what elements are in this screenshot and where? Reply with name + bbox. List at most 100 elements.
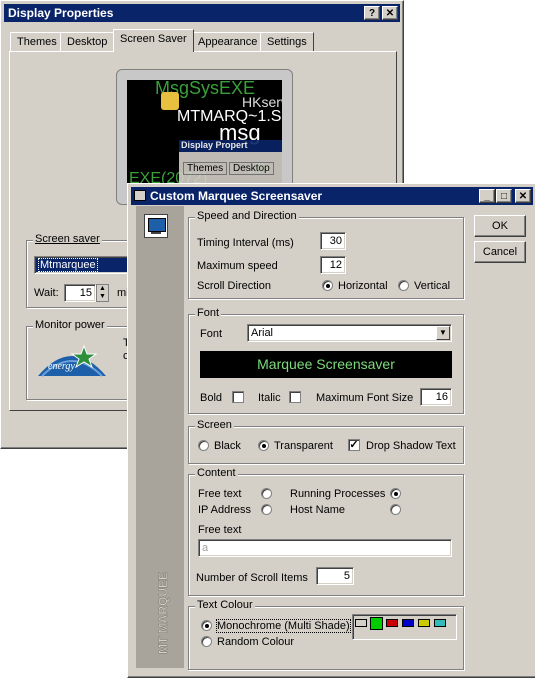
preview-tab: Desktop: [229, 162, 274, 175]
italic-checkbox[interactable]: [289, 391, 301, 403]
transparent-label: Transparent: [274, 440, 333, 452]
ip-address-radio[interactable]: [261, 504, 272, 515]
close-button[interactable]: ✕: [515, 189, 531, 203]
timing-interval-input[interactable]: 30: [320, 232, 346, 250]
black-radio[interactable]: [198, 440, 209, 451]
black-label: Black: [214, 440, 241, 452]
max-speed-input[interactable]: 12: [320, 256, 346, 274]
screen-saver-select[interactable]: Mtmarquee: [34, 256, 134, 274]
lock-icon: [161, 92, 179, 110]
colour-swatch[interactable]: [386, 619, 398, 627]
close-button[interactable]: ✕: [382, 6, 398, 20]
timing-interval-label: Timing Interval (ms): [197, 237, 294, 249]
preview-screen: MsgSysEXE HKserv MTMARQ~1.S msg EXE(2072…: [127, 80, 282, 194]
bold-checkbox[interactable]: [232, 391, 244, 403]
group-label: Speed and Direction: [195, 210, 299, 222]
drop-shadow-label: Drop Shadow Text: [366, 440, 456, 452]
colour-swatch[interactable]: [355, 619, 367, 627]
help-button[interactable]: ?: [364, 6, 380, 20]
free-text-input[interactable]: a: [198, 539, 452, 557]
horizontal-radio[interactable]: [322, 280, 333, 291]
energy-star-logo-icon: energy: [34, 342, 110, 378]
max-speed-value: 12: [329, 259, 342, 271]
free-text-radio[interactable]: [261, 488, 272, 499]
scroll-items-value: 5: [343, 570, 350, 582]
group-label: Screen saver: [33, 233, 102, 245]
colour-palette[interactable]: [352, 614, 457, 640]
font-label: Font: [200, 328, 223, 340]
horizontal-label: Horizontal: [338, 280, 388, 292]
colour-swatch[interactable]: [434, 619, 446, 627]
scroll-items-input[interactable]: 5: [316, 567, 354, 585]
vertical-radio[interactable]: [398, 280, 409, 291]
preview-tab: Themes: [183, 162, 228, 175]
marquee-titlebar[interactable]: Custom Marquee Screensaver _ □ ✕: [131, 187, 533, 205]
cancel-label: Cancel: [482, 246, 518, 258]
scroll-direction-label: Scroll Direction: [197, 280, 271, 292]
window-title: Custom Marquee Screensaver: [150, 189, 323, 203]
tab-themes[interactable]: Themes: [10, 32, 64, 51]
drop-shadow-checkbox[interactable]: ✓: [348, 439, 360, 451]
ok-label: OK: [492, 220, 508, 232]
monochrome-label: Monochrome (Multi Shade): [216, 619, 351, 633]
cancel-button[interactable]: Cancel: [474, 241, 526, 263]
group-label: Text Colour: [195, 599, 255, 611]
window-title: Display Properties: [8, 6, 114, 20]
transparent-radio[interactable]: [258, 440, 269, 451]
running-processes-label: Running Processes: [290, 488, 386, 500]
host-name-radio[interactable]: [390, 504, 401, 515]
group-label: Screen: [195, 419, 234, 431]
monochrome-radio[interactable]: [201, 620, 212, 631]
font-preview-text: Marquee Screensaver: [257, 356, 395, 372]
preview-dialog-title: Display Propert: [179, 140, 282, 152]
app-icon: [134, 190, 146, 201]
font-preview: Marquee Screensaver: [200, 351, 452, 378]
colour-swatch[interactable]: [418, 619, 430, 627]
wait-input[interactable]: 15: [64, 284, 96, 302]
tab-appearance[interactable]: Appearance: [191, 32, 265, 51]
select-value: Mtmarquee: [38, 258, 98, 272]
svg-text:MT MARQUEE: MT MARQUEE: [156, 572, 170, 654]
scroll-items-label: Number of Scroll Items: [196, 572, 308, 584]
tab-screen-saver[interactable]: Screen Saver: [113, 29, 194, 52]
italic-label: Italic: [258, 392, 281, 404]
host-name-label: Host Name: [290, 504, 346, 516]
random-colour-radio[interactable]: [201, 636, 212, 647]
vertical-label: Vertical: [414, 280, 451, 292]
free-text-field-label: Free text: [198, 524, 242, 536]
timing-interval-value: 30: [329, 235, 342, 247]
max-speed-label: Maximum speed: [197, 260, 278, 272]
max-font-size-label: Maximum Font Size: [316, 392, 414, 404]
tab-label: Settings: [267, 36, 307, 48]
tab-desktop[interactable]: Desktop: [60, 32, 115, 51]
font-value: Arial: [251, 327, 274, 339]
colour-swatch[interactable]: [370, 617, 383, 630]
tab-label: Appearance: [198, 36, 258, 48]
group-label: Monitor power: [33, 319, 107, 331]
free-text-option-label: Free text: [198, 488, 242, 500]
monitor-icon: [144, 214, 168, 238]
group-label: Content: [195, 467, 238, 479]
running-processes-radio[interactable]: [390, 488, 401, 499]
sidebar-banner: MT MARQUEE: [136, 206, 184, 668]
tab-label: Screen Saver: [120, 33, 187, 45]
bold-label: Bold: [200, 392, 223, 404]
wait-value: 15: [79, 287, 92, 299]
wait-label: Wait:: [34, 287, 59, 299]
max-font-size-input[interactable]: 16: [420, 388, 452, 406]
tab-settings[interactable]: Settings: [260, 32, 314, 51]
svg-text:energy: energy: [48, 361, 75, 372]
colour-swatch[interactable]: [402, 619, 414, 627]
max-font-size-value: 16: [435, 391, 448, 403]
maximize-button[interactable]: □: [496, 189, 512, 203]
chevron-down-icon[interactable]: ▼: [436, 326, 450, 340]
font-select[interactable]: Arial ▼: [247, 324, 452, 342]
minimize-button[interactable]: _: [479, 189, 495, 203]
free-text-value: a: [202, 542, 209, 554]
display-properties-titlebar[interactable]: Display Properties ? ✕: [4, 4, 400, 22]
tab-label: Desktop: [67, 36, 108, 48]
group-label: Font: [195, 307, 222, 319]
wait-spinner[interactable]: ▲ ▼: [96, 284, 109, 302]
marquee-settings-window: Custom Marquee Screensaver _ □ ✕ MT MARQ…: [127, 183, 535, 678]
ok-button[interactable]: OK: [474, 215, 526, 237]
